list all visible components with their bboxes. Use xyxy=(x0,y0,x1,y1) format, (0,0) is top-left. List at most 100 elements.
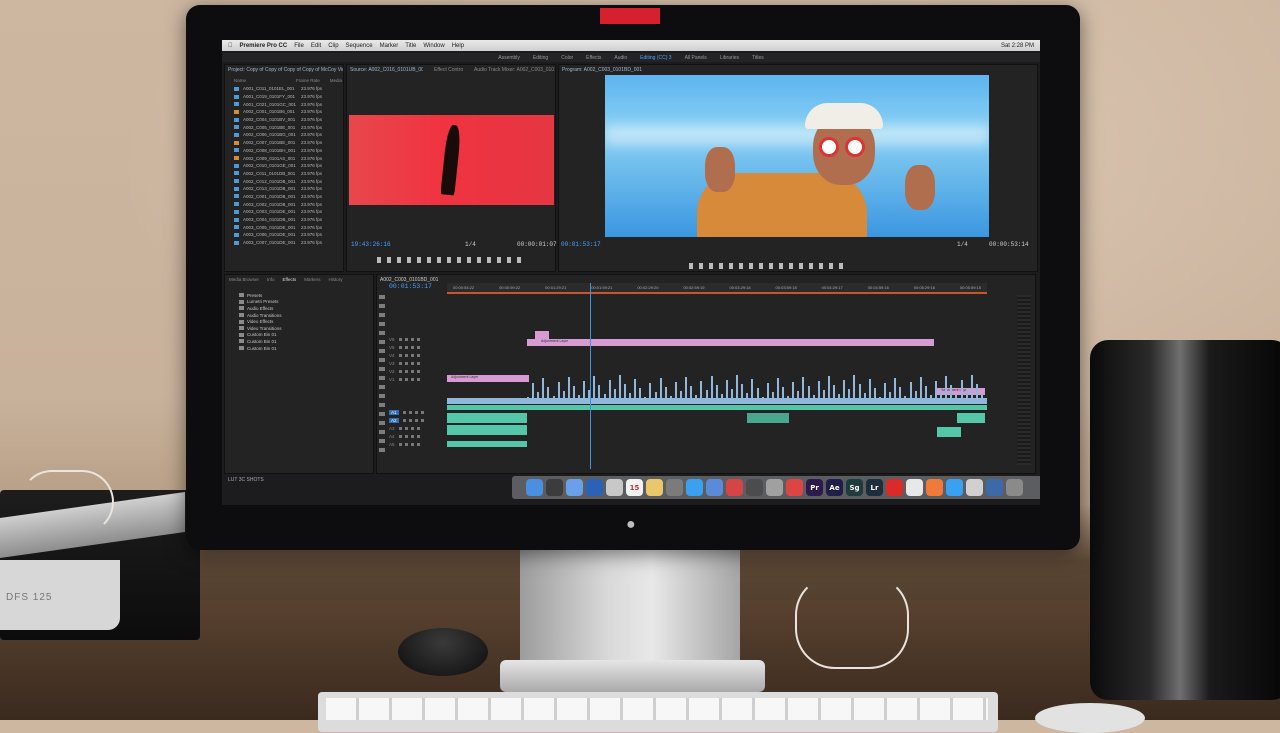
project-item[interactable]: A003_C004_0101DB_001 23.976 fps xyxy=(225,216,343,224)
program-video-frame[interactable] xyxy=(605,75,989,237)
menu-clip[interactable]: Clip xyxy=(328,43,338,49)
track-toggle-icons[interactable] xyxy=(398,442,423,446)
effects-folder[interactable]: Lumetri Presets xyxy=(225,299,373,306)
menu-title[interactable]: Title xyxy=(405,43,416,49)
work-area-bar[interactable] xyxy=(447,292,987,294)
workspace-tab[interactable]: All Panels xyxy=(685,55,707,61)
column-media[interactable]: Media xyxy=(330,78,342,83)
tab-info[interactable]: Info xyxy=(267,277,275,282)
dock-app-icon[interactable] xyxy=(666,479,683,496)
dock-app-icon[interactable]: 15 xyxy=(626,479,643,496)
dock-app-icon[interactable] xyxy=(606,479,623,496)
dock-app-icon[interactable] xyxy=(966,479,983,496)
project-item[interactable]: A002_C004_0101BV_001 23.976 fps xyxy=(225,116,343,124)
project-item[interactable]: A003_C002_0101DB_001 23.976 fps xyxy=(225,200,343,208)
dock-app-icon[interactable] xyxy=(526,479,543,496)
tab-history[interactable]: History xyxy=(328,277,342,282)
project-item[interactable]: A002_C007_0101BE_001 23.976 fps xyxy=(225,139,343,147)
effects-folder[interactable]: Custom Bin 01 xyxy=(225,338,373,345)
effects-folder[interactable]: Video Effects xyxy=(225,318,373,325)
project-item[interactable]: A002_C006_0101BG_001 23.976 fps xyxy=(225,131,343,139)
audio-clip[interactable] xyxy=(447,425,527,435)
playhead[interactable] xyxy=(590,283,591,469)
audio-clip[interactable] xyxy=(957,413,985,423)
track-toggle-icons[interactable] xyxy=(402,410,427,414)
app-name[interactable]: Premiere Pro CC xyxy=(240,43,288,49)
project-item[interactable]: A002_C001_0101B6_001 23.976 fps xyxy=(225,108,343,116)
apple-menu-icon[interactable]:  xyxy=(228,43,233,49)
effects-folder[interactable]: Audio Transitions xyxy=(225,312,373,319)
dock-app-icon[interactable] xyxy=(726,479,743,496)
workspace-tab[interactable]: Editing xyxy=(533,55,548,61)
audio-clip[interactable] xyxy=(447,441,527,447)
track-toggle-icons[interactable] xyxy=(398,434,423,438)
effects-folder[interactable]: Audio Effects xyxy=(225,305,373,312)
effects-folder[interactable]: Presets xyxy=(225,292,373,299)
menu-help[interactable]: Help xyxy=(452,43,464,49)
dock-app-icon[interactable]: Ae xyxy=(826,479,843,496)
audio-mixer-tab[interactable]: Audio Track Mixer: A002_C003_0101BD_00 xyxy=(471,65,555,75)
tab-media-browser[interactable]: Media Browser xyxy=(229,277,259,282)
workspace-tab[interactable]: Libraries xyxy=(720,55,739,61)
track-toggle-icons[interactable] xyxy=(398,377,423,381)
track-header[interactable]: A5 xyxy=(389,440,439,448)
project-item[interactable]: A001_C019_0101FY_001 23.976 fps xyxy=(225,93,343,101)
tab-effects[interactable]: Effects xyxy=(283,277,297,282)
effect-controls-tab[interactable]: Effect Controls xyxy=(431,65,463,75)
dock-app-icon[interactable] xyxy=(946,479,963,496)
track-toggle-icons[interactable] xyxy=(398,345,423,349)
tools-column[interactable] xyxy=(379,295,385,455)
dock-app-icon[interactable] xyxy=(1006,479,1023,496)
project-item[interactable]: A003_C007_0101DE_001 23.976 fps xyxy=(225,239,343,247)
timeline-timecode[interactable]: 00:01:53:17 xyxy=(389,283,432,290)
track-header[interactable]: V3 xyxy=(389,359,439,367)
track-toggle-icons[interactable] xyxy=(398,369,423,373)
audio-clip[interactable] xyxy=(447,413,527,423)
effects-folder[interactable]: Custom Bin 01 xyxy=(225,345,373,352)
source-tab[interactable]: Source: A002_C016_0101UB_001.R3D xyxy=(347,65,423,75)
column-name[interactable]: Name xyxy=(234,78,246,83)
track-header[interactable]: A1 xyxy=(389,408,439,416)
track-header[interactable]: V1 xyxy=(389,375,439,383)
dock-app-icon[interactable]: Pr xyxy=(806,479,823,496)
dock-app-icon[interactable] xyxy=(566,479,583,496)
workspace-tab[interactable]: Effects xyxy=(586,55,601,61)
project-item[interactable]: A002_C001_0101DB_001 23.976 fps xyxy=(225,193,343,201)
project-item[interactable]: A002_C005_0101BE_001 23.976 fps xyxy=(225,123,343,131)
menu-marker[interactable]: Marker xyxy=(380,43,399,49)
workspace-tab-active[interactable]: Editing (CC) 3 xyxy=(640,55,671,61)
dock-app-icon[interactable] xyxy=(926,479,943,496)
project-item[interactable]: A002_C011_0101DB_001 23.976 fps xyxy=(225,170,343,178)
source-video-frame[interactable] xyxy=(349,115,554,205)
track-header[interactable]: A4 xyxy=(389,432,439,440)
dock-app-icon[interactable] xyxy=(586,479,603,496)
track-header[interactable]: A3 xyxy=(389,424,439,432)
dock-app-icon[interactable] xyxy=(766,479,783,496)
audio-track-a1[interactable] xyxy=(447,405,987,410)
menu-window[interactable]: Window xyxy=(423,43,444,49)
project-item[interactable]: A001_C011_0101EL_001 23.976 fps xyxy=(225,85,343,93)
project-panel-title[interactable]: Project: Copy of Copy of Copy of Copy of… xyxy=(225,65,343,75)
workspace-tab[interactable]: Color xyxy=(561,55,573,61)
dock-app-icon[interactable] xyxy=(706,479,723,496)
dock-app-icon[interactable] xyxy=(686,479,703,496)
effects-search[interactable] xyxy=(225,284,373,292)
track-toggle-icons[interactable] xyxy=(398,426,423,430)
v1-clips[interactable] xyxy=(447,398,987,404)
audio-clip[interactable] xyxy=(747,413,789,423)
menu-file[interactable]: File xyxy=(294,43,304,49)
workspace-tab[interactable]: Audio xyxy=(614,55,627,61)
project-item[interactable]: A003_C003_0101DE_001 23.976 fps xyxy=(225,208,343,216)
project-item[interactable]: A003_C005_0101DE_001 23.976 fps xyxy=(225,223,343,231)
track-toggle-icons[interactable] xyxy=(398,361,423,365)
source-fraction[interactable]: 1/4 xyxy=(465,241,476,248)
adjustment-layer-clip[interactable]: Adjustment Layer xyxy=(447,375,529,382)
dock-app-icon[interactable]: Lr xyxy=(866,479,883,496)
menu-clock[interactable]: Sat 2:28 PM xyxy=(1001,43,1034,49)
dock-app-icon[interactable] xyxy=(646,479,663,496)
program-fraction[interactable]: 1/4 xyxy=(957,241,968,248)
tab-markers[interactable]: Markers xyxy=(304,277,320,282)
track-header[interactable]: V4 xyxy=(389,351,439,359)
project-item[interactable]: A002_C012_0101DB_001 23.976 fps xyxy=(225,177,343,185)
effects-folder[interactable]: Custom Bin 01 xyxy=(225,332,373,339)
